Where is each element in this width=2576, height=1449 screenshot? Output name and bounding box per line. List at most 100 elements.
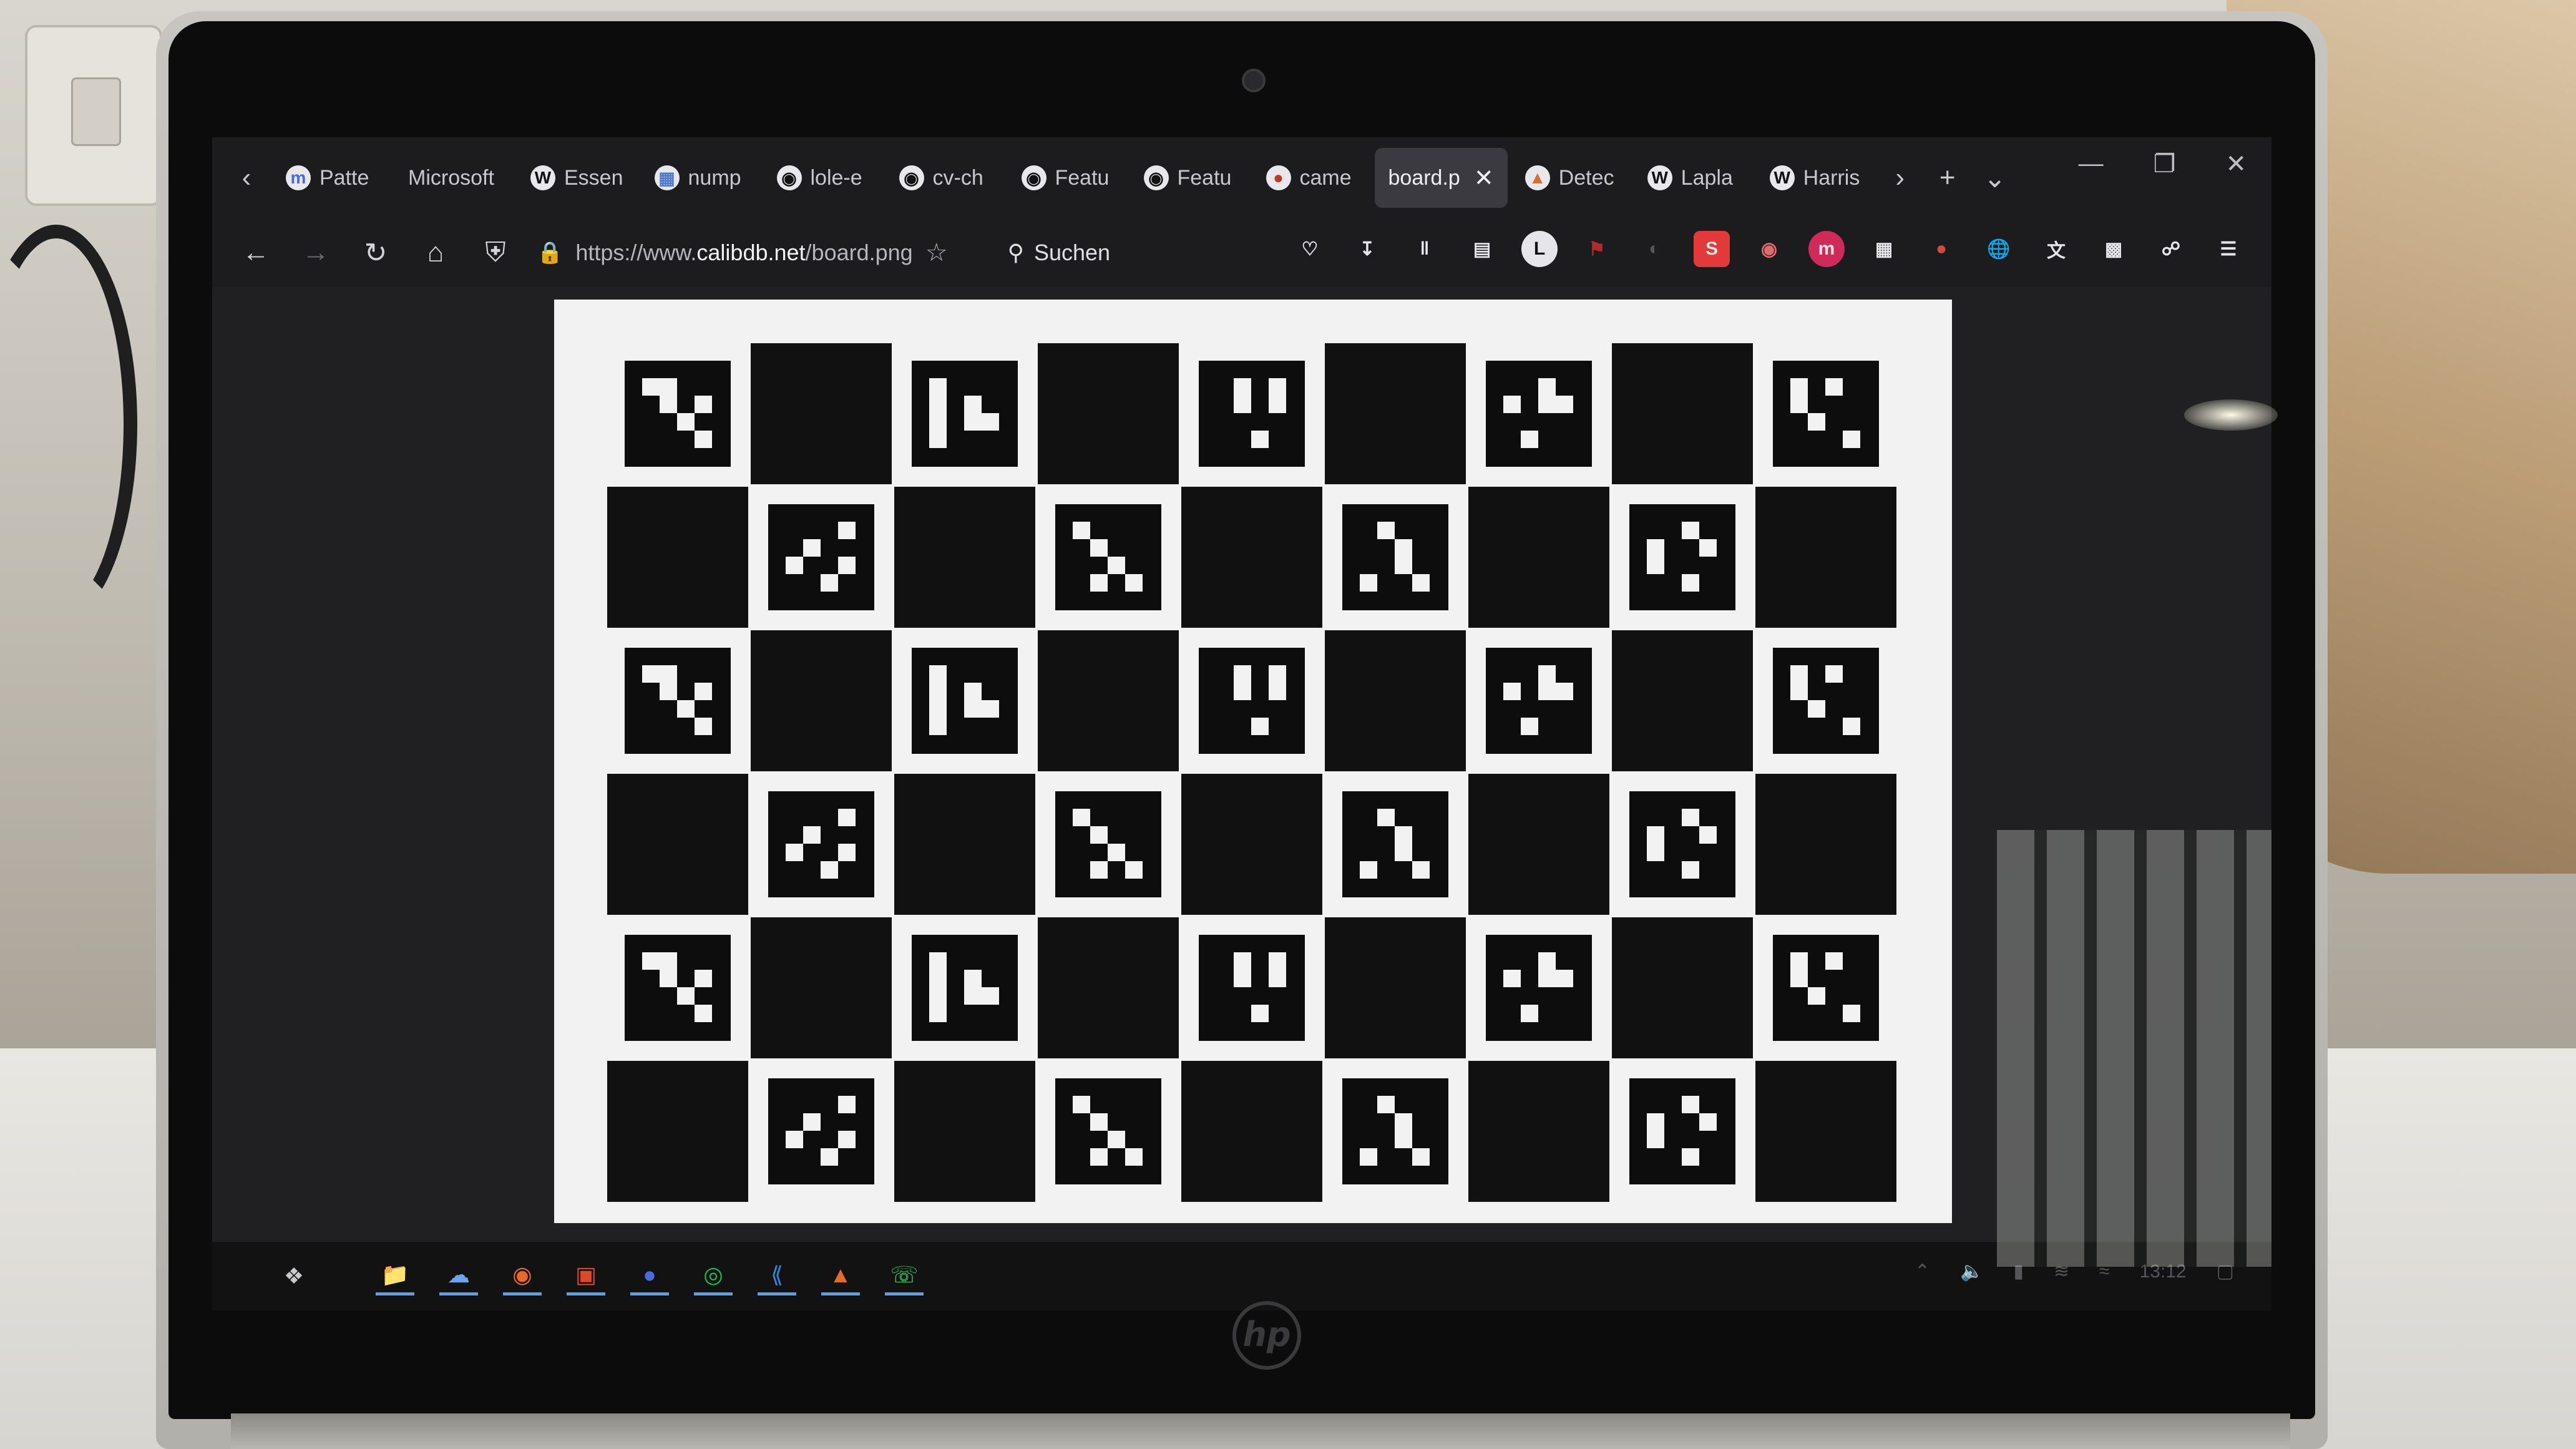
sidebar-icon[interactable]: ▤ [1464, 231, 1500, 267]
menu-hamburger-icon[interactable]: ☰ [2210, 231, 2247, 267]
book-extension-icon[interactable]: ▦ [1866, 231, 1902, 267]
tab-0[interactable]: m Patte [272, 148, 391, 208]
whatsapp-icon[interactable]: ☏ [885, 1257, 924, 1295]
bookmark-star-icon[interactable]: ☆ [925, 238, 948, 267]
aruco-marker [1055, 1078, 1161, 1184]
marker-bit [1503, 396, 1521, 413]
checker-black-square [1038, 917, 1179, 1058]
translate-icon[interactable]: 文 [2038, 231, 2074, 267]
toolbar-extensions: ♡ ↧ ‖ ▤ L ⚑ ◐ S ◉ m ▦ ● 🌐 文 ▩ ☍ ☰ [1292, 231, 2247, 267]
home-icon[interactable]: ⌂ [417, 234, 454, 271]
pocket-icon[interactable]: ♡ [1292, 231, 1328, 267]
aruco-marker [768, 1078, 874, 1184]
tab-4[interactable]: ◉ lole-e [763, 148, 882, 208]
marker-bit [1699, 826, 1717, 844]
marker-bit [695, 718, 712, 735]
extensions-puzzle-icon[interactable]: ☍ [2153, 231, 2189, 267]
spotify-icon[interactable]: ◎ [694, 1257, 733, 1295]
marker-bit [1647, 557, 1664, 574]
library-icon[interactable]: ‖ [1407, 231, 1443, 267]
close-window-icon[interactable]: ✕ [2225, 150, 2247, 178]
aruco-marker [1199, 361, 1305, 467]
forward-icon[interactable]: → [297, 234, 334, 271]
dark-reader-icon[interactable]: ◐ [1636, 231, 1672, 267]
checker-black-square [1468, 487, 1609, 628]
marker-bit [1395, 844, 1412, 861]
m-extension-icon[interactable]: m [1808, 231, 1845, 267]
url-text: https://www.calibdb.net/board.png [575, 240, 913, 265]
marker-bit [1538, 970, 1556, 987]
tab-9[interactable]: board.p ✕ [1374, 148, 1508, 208]
glasses-extension-icon[interactable]: ◉ [1751, 231, 1787, 267]
wikipedia-icon: W [530, 165, 555, 190]
tab-6[interactable]: ◉ Featu [1008, 148, 1126, 208]
matlab-icon[interactable]: ▲ [821, 1257, 860, 1295]
marker-bit [1360, 574, 1377, 592]
marker-bit [1234, 952, 1251, 970]
marker-bit [1251, 718, 1269, 735]
aruco-marker [1486, 648, 1592, 754]
tab-10[interactable]: ▲ Detec [1511, 148, 1630, 208]
red-circle-extension-icon[interactable]: ● [1923, 231, 1959, 267]
tab-7[interactable]: ◉ Featu [1130, 148, 1249, 208]
reader-icon[interactable]: ▩ [2095, 231, 2132, 267]
ublock-icon[interactable]: ⚑ [1579, 231, 1615, 267]
aruco-marker [1773, 648, 1879, 754]
wikipedia-icon: W [1647, 165, 1672, 190]
file-explorer-icon[interactable]: 📁 [376, 1257, 414, 1295]
checker-black-square [607, 487, 748, 628]
pattern-icon: m [286, 165, 311, 190]
vscode-icon[interactable]: ⟪ [758, 1257, 796, 1295]
tray-chevron-icon[interactable]: ⌃ [1915, 1261, 1930, 1282]
marker-bit [695, 683, 712, 700]
tab-3[interactable]: ▦ nump [641, 148, 759, 208]
tracking-shield-icon[interactable]: ⛨ [477, 234, 514, 271]
tab-1[interactable]: Microsoft [394, 148, 513, 208]
search-box[interactable]: ⚲ Suchen [1008, 240, 1110, 266]
tab-list-dropdown-icon[interactable]: ⌄ [1973, 148, 2017, 208]
red-app-icon[interactable]: ▣ [567, 1257, 605, 1295]
marker-bit [929, 665, 947, 683]
github-icon: ◉ [899, 165, 924, 190]
reload-icon[interactable]: ↻ [357, 234, 394, 271]
window-controls: — ❐ ✕ [2079, 150, 2247, 178]
checker-black-square [1468, 774, 1609, 915]
tab-11[interactable]: W Lapla [1634, 148, 1752, 208]
marker-bit [929, 396, 947, 413]
marker-bit [1234, 683, 1251, 700]
profile-l-icon[interactable]: L [1521, 231, 1558, 267]
new-tab-icon[interactable]: + [1926, 148, 1969, 208]
windows-start-icon[interactable]: ❖ [275, 1257, 313, 1295]
tab-12[interactable]: W Harris [1756, 148, 1875, 208]
marker-bit [1790, 665, 1808, 683]
restore-icon[interactable]: ❐ [2154, 150, 2176, 178]
firefox-icon[interactable]: ◉ [503, 1257, 542, 1295]
tab-scroll-left-icon[interactable]: ‹ [225, 148, 268, 208]
onedrive-icon[interactable]: ☁ [439, 1257, 478, 1295]
checker-black-square [894, 487, 1035, 628]
tab-5[interactable]: ◉ cv-ch [886, 148, 1004, 208]
tab-2[interactable]: W Essen [517, 148, 637, 208]
globe-icon[interactable]: 🌐 [1981, 231, 2017, 267]
s-extension-icon[interactable]: S [1694, 231, 1730, 267]
download-icon[interactable]: ↧ [1349, 231, 1385, 267]
aruco-marker [1199, 648, 1305, 754]
tab-label: Featu [1055, 165, 1110, 190]
aruco-cell [1468, 630, 1609, 771]
aruco-cell [894, 630, 1035, 771]
url-bar[interactable]: 🔒 https://www.calibdb.net/board.png ☆ [537, 238, 948, 267]
hp-logo: hp [1232, 1301, 1301, 1370]
marker-bit [1125, 574, 1143, 592]
volume-icon[interactable]: 🔈 [1960, 1261, 1983, 1282]
marker-bit [803, 1113, 821, 1131]
tab-8[interactable]: ● came [1252, 148, 1371, 208]
blue-app-icon[interactable]: ● [630, 1257, 669, 1295]
marker-bit [929, 683, 947, 700]
marker-bit [695, 431, 712, 448]
marker-bit [1377, 809, 1395, 826]
close-tab-icon[interactable]: ✕ [1474, 164, 1494, 192]
minimize-icon[interactable]: — [2079, 150, 2104, 178]
back-icon[interactable]: ← [237, 234, 275, 271]
tab-scroll-right-icon[interactable]: › [1878, 148, 1922, 208]
aruco-marker [625, 648, 731, 754]
